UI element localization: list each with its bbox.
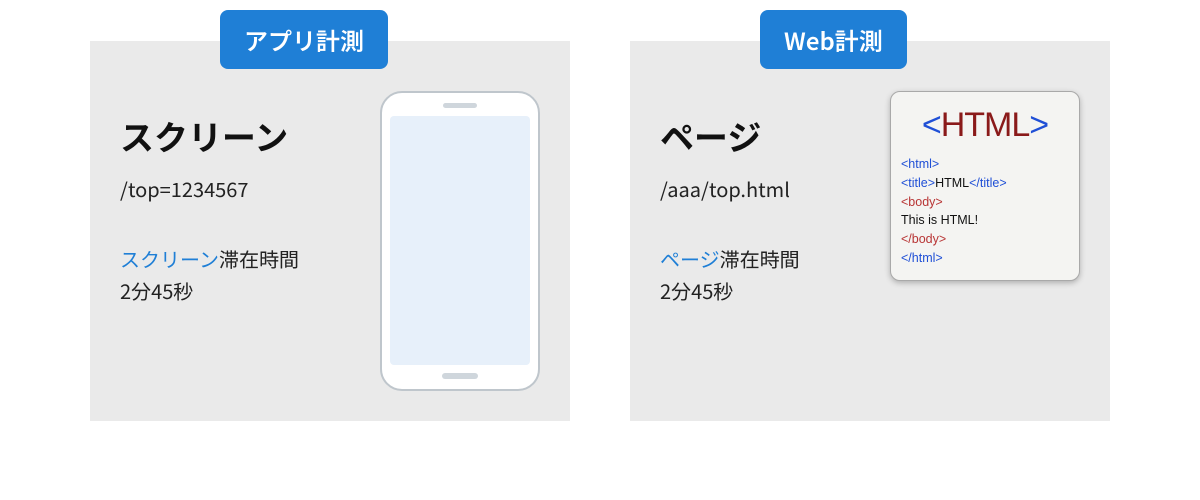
phone-screen — [390, 116, 530, 365]
web-measurement-column: Web計測 ページ /aaa/top.html ページ滞在時間 2分45秒 <H… — [630, 10, 1110, 421]
code-line-2c: </title> — [969, 176, 1007, 190]
web-stay-suffix: 滞在時間 — [720, 244, 800, 273]
app-badge: アプリ計測 — [220, 10, 388, 69]
code-line-2b: HTML — [935, 176, 969, 190]
app-duration: 2分45秒 — [120, 276, 193, 305]
code-line-5: </body> — [901, 232, 946, 246]
web-title: ページ — [660, 111, 870, 160]
phone-mockup-icon — [380, 91, 540, 391]
code-line-1: <html> — [901, 157, 939, 171]
app-panel: スクリーン /top=1234567 スクリーン滞在時間 2分45秒 — [90, 41, 570, 421]
app-measurement-column: アプリ計測 スクリーン /top=1234567 スクリーン滞在時間 2分45秒 — [90, 10, 570, 421]
app-stay-time: スクリーン滞在時間 2分45秒 — [120, 243, 360, 307]
html-document-icon: <HTML> <html> <title>HTML</title> <body>… — [890, 91, 1080, 281]
code-line-6: </html> — [901, 251, 943, 265]
html-code-snippet: <html> <title>HTML</title> <body> This i… — [901, 155, 1069, 268]
code-line-3: <body> — [901, 195, 943, 209]
web-info: ページ /aaa/top.html ページ滞在時間 2分45秒 — [660, 91, 870, 307]
angle-close: > — [1029, 106, 1048, 144]
code-line-4: This is HTML! — [901, 213, 978, 227]
html-big-label: <HTML> — [901, 106, 1069, 145]
angle-open: < — [922, 106, 941, 144]
code-line-2a: <title> — [901, 176, 935, 190]
app-title: スクリーン — [120, 111, 360, 160]
web-path: /aaa/top.html — [660, 174, 870, 203]
web-stay-time: ページ滞在時間 2分45秒 — [660, 243, 870, 307]
phone-speaker — [443, 103, 477, 108]
app-stay-suffix: 滞在時間 — [219, 244, 299, 273]
web-duration: 2分45秒 — [660, 276, 733, 305]
app-info: スクリーン /top=1234567 スクリーン滞在時間 2分45秒 — [120, 91, 360, 307]
app-stay-prefix: スクリーン — [120, 244, 219, 273]
html-text: HTML — [941, 106, 1030, 144]
web-badge: Web計測 — [760, 10, 907, 69]
app-path: /top=1234567 — [120, 174, 360, 203]
web-stay-prefix: ページ — [660, 244, 720, 273]
phone-homebar — [442, 373, 478, 379]
web-panel: ページ /aaa/top.html ページ滞在時間 2分45秒 <HTML> <… — [630, 41, 1110, 421]
